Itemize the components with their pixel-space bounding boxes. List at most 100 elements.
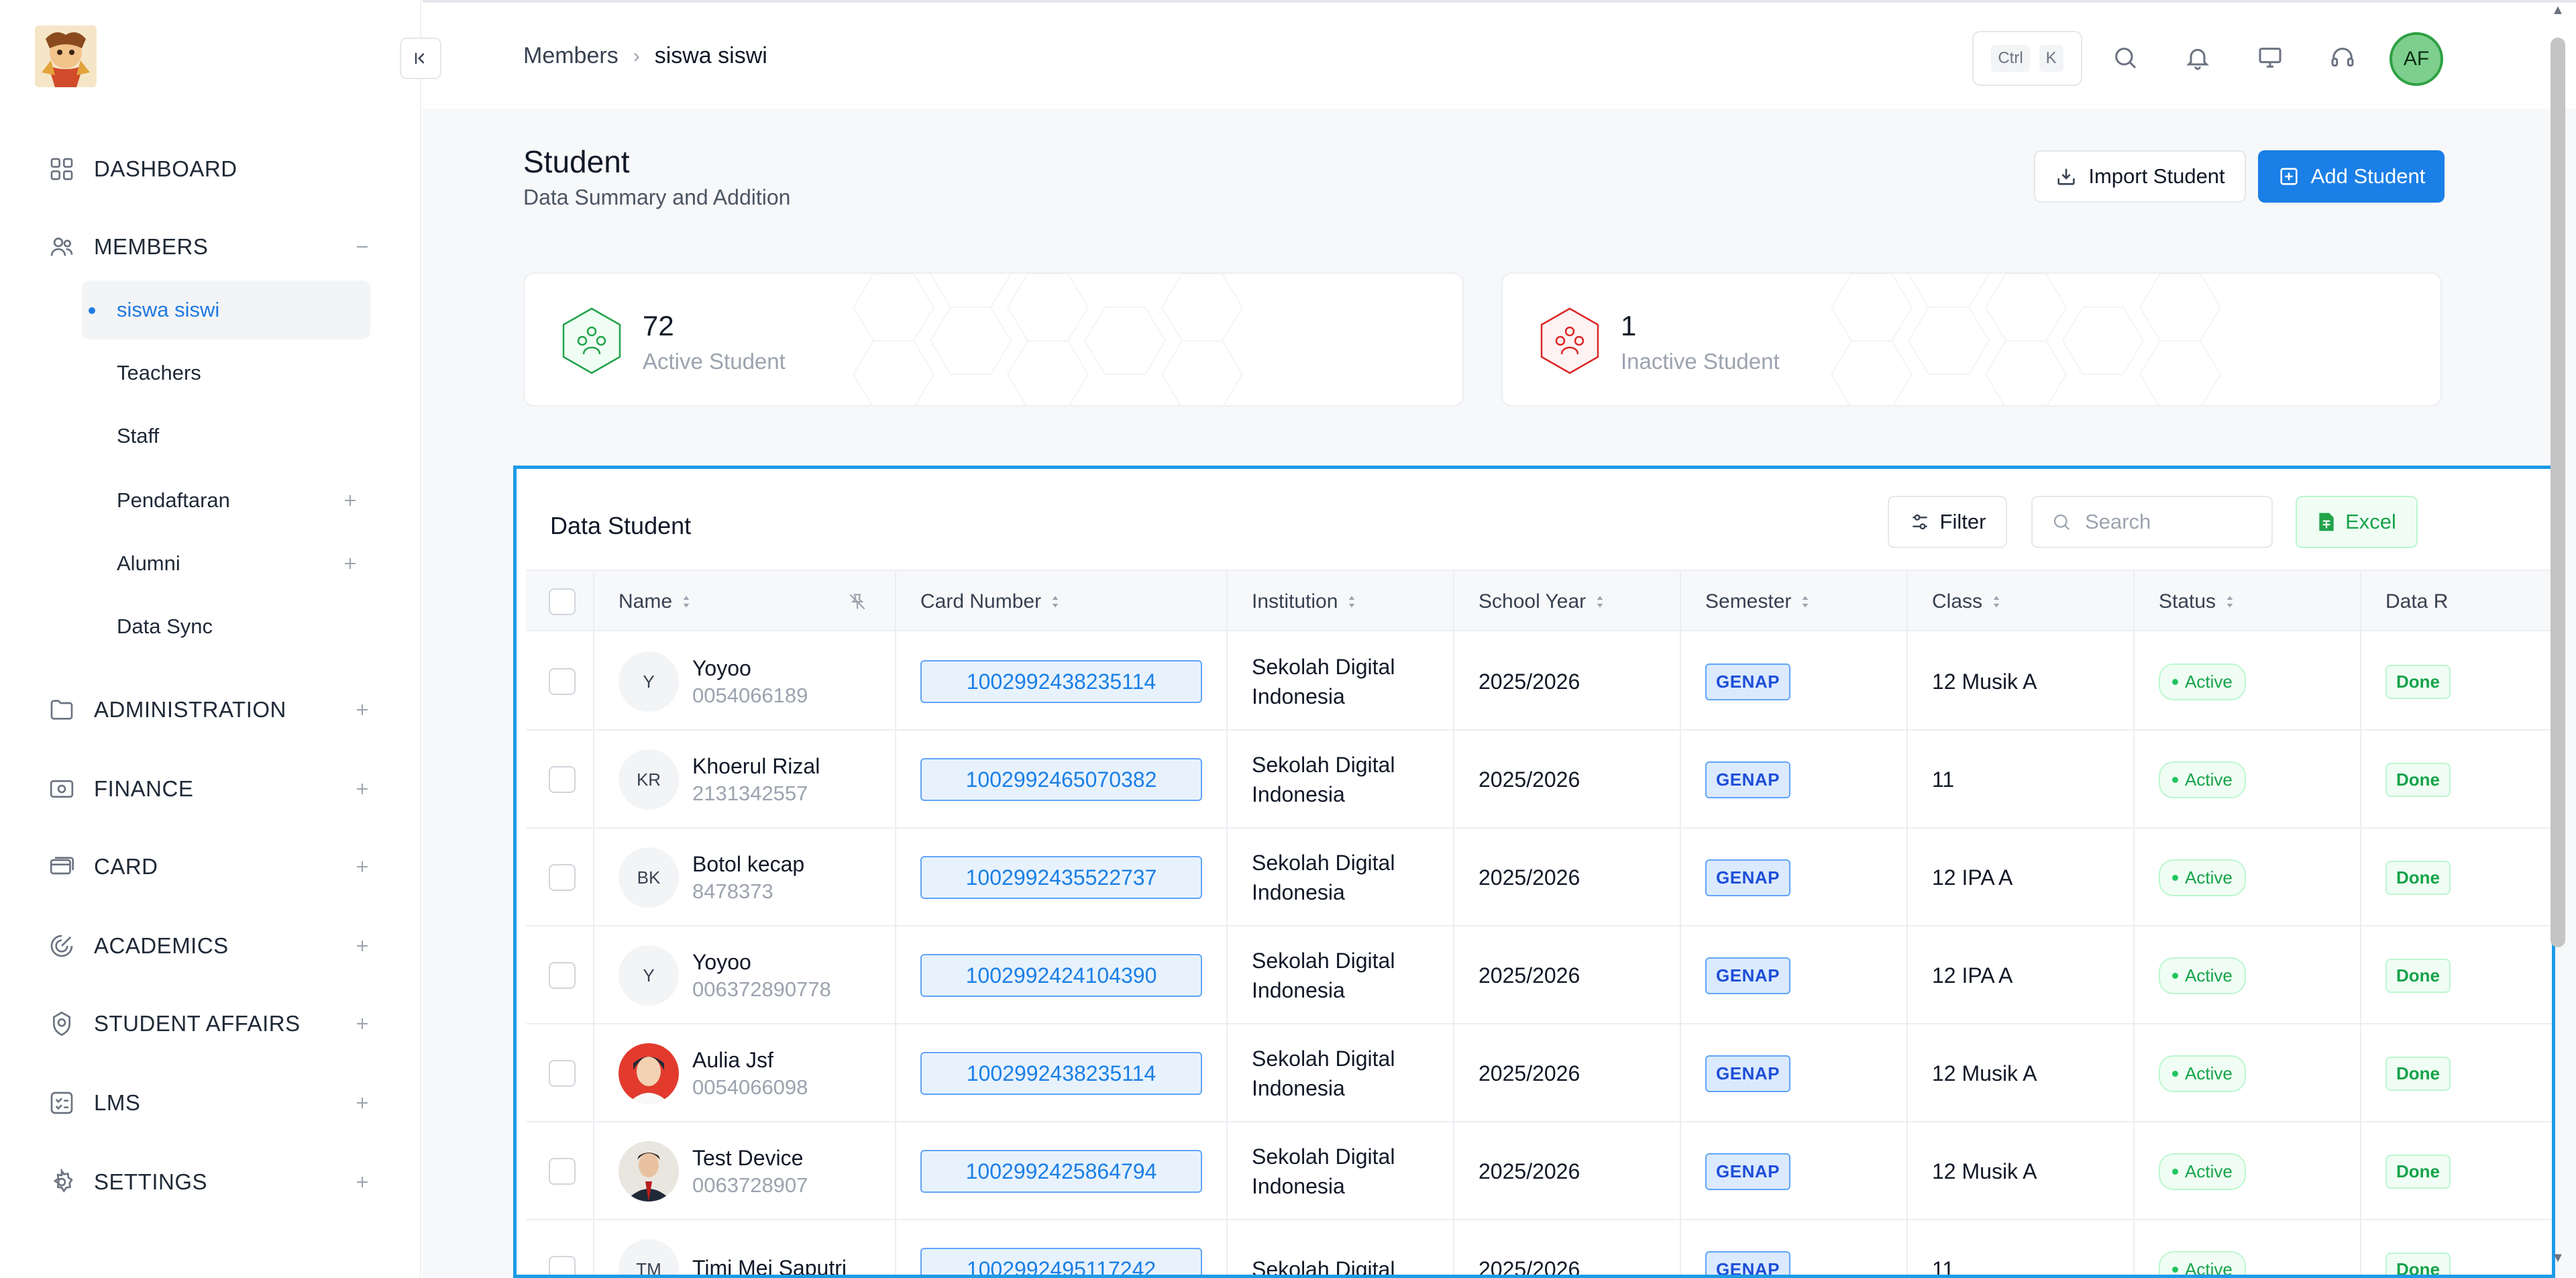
app-logo[interactable]: [35, 25, 97, 87]
collapse-minus-icon[interactable]: [349, 233, 376, 260]
expand-plus-icon[interactable]: [349, 1169, 376, 1195]
expand-plus-icon[interactable]: [349, 853, 376, 880]
row-checkbox[interactable]: [549, 1158, 576, 1185]
done-badge: Done: [2385, 1154, 2451, 1189]
download-icon: [2057, 168, 2075, 185]
nav-administration[interactable]: ADMINISTRATION: [47, 690, 376, 730]
table-row[interactable]: Aulia Jsf 0054066098 1002992438235114 Sekol…: [526, 1024, 2552, 1122]
avatar-initials: BK: [637, 867, 661, 888]
student-name[interactable]: Test Device: [692, 1146, 808, 1171]
student-name[interactable]: Botol kecap: [692, 852, 804, 877]
table-row[interactable]: KR Khoerul Rizal 2131342557 100299246507038…: [526, 731, 2552, 829]
row-select-cell: [526, 731, 594, 829]
column-semester[interactable]: Semester: [1681, 571, 1908, 633]
card-number-chip[interactable]: 1002992438235114: [920, 1052, 1202, 1095]
user-avatar[interactable]: AF: [2390, 32, 2443, 86]
expand-plus-icon[interactable]: [349, 696, 376, 723]
nav-lms[interactable]: LMS: [47, 1083, 376, 1123]
import-student-button[interactable]: Import Student: [2034, 150, 2246, 203]
column-class[interactable]: Class: [1908, 571, 2135, 633]
student-id: 8478373: [692, 879, 773, 903]
column-data[interactable]: Data R: [2361, 571, 2552, 633]
nav-student-affairs-label: STUDENT AFFAIRS: [94, 1011, 301, 1036]
data-cell: Done: [2361, 731, 2552, 829]
table-row[interactable]: BK Botol kecap 8478373 1002992435522737 Seko…: [526, 829, 2552, 926]
student-name[interactable]: Timi Mei Saputri: [692, 1256, 847, 1275]
sidebar-collapse-button[interactable]: [400, 38, 441, 79]
expand-plus-icon[interactable]: [337, 550, 364, 577]
nav-card[interactable]: CARD: [47, 847, 376, 887]
student-name[interactable]: Yoyoo: [692, 656, 808, 681]
row-checkbox[interactable]: [549, 864, 576, 891]
institution-line-1: Sekolah Digital: [1252, 753, 1395, 777]
row-checkbox[interactable]: [549, 1256, 576, 1275]
breadcrumb-members[interactable]: Members: [523, 43, 619, 69]
expand-plus-icon[interactable]: [349, 1010, 376, 1037]
table-row[interactable]: Test Device 0063728907 1002992425864794 Sek…: [526, 1122, 2552, 1220]
add-student-button[interactable]: Add Student: [2258, 150, 2445, 203]
search-input[interactable]: [2085, 510, 2259, 534]
nav-academics[interactable]: ACADEMICS: [47, 926, 376, 966]
column-school-year[interactable]: School Year: [1454, 571, 1681, 633]
avatar-photo: [619, 1043, 679, 1104]
chevron-right-icon: ›: [633, 44, 640, 67]
select-all-checkbox[interactable]: [549, 588, 576, 615]
card-number-chip[interactable]: 1002992495117242: [920, 1248, 1202, 1275]
row-checkbox[interactable]: [549, 962, 576, 989]
column-card-number[interactable]: Card Number: [896, 571, 1228, 633]
filter-button[interactable]: Filter: [1888, 496, 2007, 548]
avatar-initials: Y: [643, 671, 655, 692]
expand-plus-icon[interactable]: [349, 776, 376, 802]
sidebar-item-data-sync[interactable]: Data Sync: [82, 597, 370, 656]
sidebar-item-staff[interactable]: Staff: [82, 407, 370, 466]
headset-icon[interactable]: [2325, 40, 2360, 75]
export-excel-button[interactable]: Excel: [2296, 496, 2418, 548]
nav-student-affairs[interactable]: STUDENT AFFAIRS: [47, 1004, 376, 1044]
expand-plus-icon[interactable]: [337, 487, 364, 514]
scroll-down-arrow[interactable]: ▼: [2551, 1250, 2565, 1273]
student-name[interactable]: Yoyoo: [692, 950, 831, 975]
card-number-chip[interactable]: 1002992425864794: [920, 1150, 1202, 1193]
column-status[interactable]: Status: [2135, 571, 2361, 633]
scrollbar-thumb[interactable]: [2551, 38, 2565, 947]
nav-finance[interactable]: FINANCE: [47, 769, 376, 809]
nav-dashboard[interactable]: DASHBOARD: [47, 149, 376, 189]
column-institution[interactable]: Institution: [1228, 571, 1454, 633]
column-name[interactable]: Name: [594, 571, 896, 633]
card-number-chip[interactable]: 1002992424104390: [920, 954, 1202, 997]
command-palette-shortcut[interactable]: Ctrl K: [1972, 31, 2082, 86]
nav-members[interactable]: MEMBERS: [47, 227, 376, 267]
card-number-chip[interactable]: 1002992465070382: [920, 758, 1202, 801]
card-number-chip[interactable]: 1002992438235114: [920, 660, 1202, 703]
sidebar-item-siswa-siswi[interactable]: siswa siswi: [82, 280, 370, 339]
search-icon[interactable]: [2108, 40, 2143, 75]
sidebar-item-alumni[interactable]: Alumni: [82, 534, 370, 593]
expand-plus-icon[interactable]: [349, 1089, 376, 1116]
dashboard-grid-icon: [47, 154, 76, 184]
unpin-icon[interactable]: [847, 591, 868, 613]
card-number-chip[interactable]: 1002992435522737: [920, 856, 1202, 899]
student-id: 0054066189: [692, 683, 808, 707]
student-name[interactable]: Khoerul Rizal: [692, 754, 820, 779]
badge-icon: [47, 1009, 76, 1039]
sort-icon: [1993, 596, 2000, 608]
row-checkbox[interactable]: [549, 1060, 576, 1087]
expand-plus-icon[interactable]: [349, 933, 376, 959]
table-row[interactable]: Y Yoyoo 0054066189 1002992438235114 Sekolah …: [526, 633, 2552, 731]
sidebar-item-pendaftaran[interactable]: Pendaftaran: [82, 471, 370, 530]
institution-cell: Sekolah Digital Indonesia: [1228, 731, 1454, 829]
student-name[interactable]: Aulia Jsf: [692, 1048, 808, 1073]
row-checkbox[interactable]: [549, 766, 576, 793]
hex-pattern: [1830, 274, 2222, 405]
semester-cell: GENAP: [1681, 1024, 1908, 1122]
sidebar-item-teachers[interactable]: Teachers: [82, 343, 370, 403]
bell-icon[interactable]: [2180, 40, 2215, 75]
semester-cell: GENAP: [1681, 633, 1908, 731]
table-row[interactable]: Y Yoyoo 006372890778 1002992424104390 Sekola…: [526, 926, 2552, 1024]
nav-settings[interactable]: SETTINGS: [47, 1162, 376, 1202]
row-checkbox[interactable]: [549, 668, 576, 695]
table-row[interactable]: TM Timi Mei Saputri 1002992495117242 Sekola…: [526, 1220, 2552, 1275]
scroll-up-arrow[interactable]: ▲: [2551, 3, 2565, 25]
search-field[interactable]: [2031, 496, 2273, 548]
monitor-icon[interactable]: [2253, 40, 2288, 75]
